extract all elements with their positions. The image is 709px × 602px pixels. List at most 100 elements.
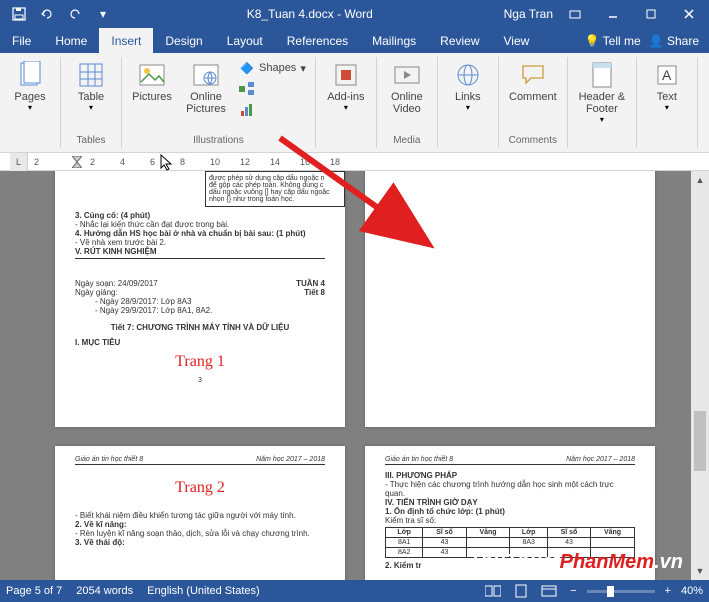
group-illustrations: Pictures Online Pictures 🔷Shapes ▾ Illus… — [122, 57, 316, 148]
maximize-icon[interactable] — [635, 0, 667, 28]
chevron-down-icon: ▾ — [28, 103, 32, 112]
word-count[interactable]: 2054 words — [76, 585, 133, 597]
group-comments: Comment Comments — [499, 57, 568, 148]
tab-layout[interactable]: Layout — [215, 28, 275, 53]
header-footer-button[interactable]: Header & Footer ▾ — [574, 59, 630, 126]
web-layout-icon[interactable] — [538, 582, 560, 600]
shapes-button[interactable]: 🔷Shapes ▾ — [236, 59, 309, 77]
comment-icon — [519, 61, 547, 89]
textbox-icon: A — [653, 61, 681, 89]
scrollbar-thumb[interactable] — [694, 411, 706, 471]
group-label-media: Media — [393, 135, 420, 146]
group-symbols: Ω Symbols ▾ — [698, 57, 709, 148]
title-bar: ▾ K8_Tuan 4.docx - Word Nga Tran — [0, 0, 709, 28]
group-label-illustrations: Illustrations — [193, 135, 244, 146]
scroll-down-icon[interactable]: ▼ — [691, 562, 709, 580]
link-icon — [454, 61, 482, 89]
share-button[interactable]: 👤 Share — [649, 34, 699, 48]
online-pictures-button[interactable]: Online Pictures — [180, 59, 232, 117]
group-links: Links ▾ — [438, 57, 499, 148]
online-video-button[interactable]: Online Video — [383, 59, 431, 117]
tab-references[interactable]: References — [275, 28, 360, 53]
zoom-in-icon[interactable]: + — [661, 585, 675, 597]
zoom-thumb[interactable] — [607, 586, 614, 597]
qat-customize-icon[interactable]: ▾ — [90, 1, 116, 27]
cursor-icon — [160, 154, 174, 172]
video-icon — [393, 61, 421, 89]
group-tables: Table ▾ Tables — [61, 57, 122, 148]
chevron-down-icon: ▾ — [466, 103, 470, 112]
document-page[interactable]: được phép sử dụng cặp dấu ngoặc n để gộp… — [55, 171, 345, 427]
chevron-down-icon: ▾ — [344, 103, 348, 112]
status-bar: Page 5 of 7 2054 words English (United S… — [0, 580, 709, 602]
save-icon[interactable] — [6, 1, 32, 27]
annotation-label: Trang 1 — [75, 353, 325, 371]
table-icon — [77, 61, 105, 89]
smartart-button[interactable] — [236, 80, 309, 98]
quick-access-toolbar: ▾ — [0, 1, 116, 27]
group-label-comments: Comments — [509, 135, 557, 146]
watermark: ThuThuatPhanMem.vn — [469, 551, 683, 574]
tab-view[interactable]: View — [492, 28, 542, 53]
tell-me[interactable]: 💡 Tell me — [585, 34, 641, 48]
zoom-slider[interactable] — [587, 590, 655, 593]
svg-text:A: A — [662, 67, 672, 83]
symbols-button[interactable]: Ω Symbols ▾ — [704, 59, 709, 114]
document-area: được phép sử dụng cặp dấu ngoặc n để gộp… — [0, 171, 709, 580]
zoom-level[interactable]: 40% — [681, 585, 703, 597]
tab-mailings[interactable]: Mailings — [360, 28, 428, 53]
group-label-tables: Tables — [77, 135, 106, 146]
read-mode-icon[interactable] — [482, 582, 504, 600]
text-button[interactable]: A Text ▾ — [643, 59, 691, 114]
tab-design[interactable]: Design — [153, 28, 214, 53]
scroll-up-icon[interactable]: ▲ — [691, 171, 709, 189]
annotation-label: Trang 2 — [75, 479, 325, 497]
addins-icon — [332, 61, 360, 89]
zoom-out-icon[interactable]: − — [566, 585, 580, 597]
table-button[interactable]: Table ▾ — [67, 59, 115, 114]
comment-button[interactable]: Comment — [505, 59, 561, 105]
document-scroll[interactable]: được phép sử dụng cặp dấu ngoặc n để gộp… — [0, 171, 691, 580]
print-layout-icon[interactable] — [510, 582, 532, 600]
tab-review[interactable]: Review — [428, 28, 491, 53]
group-media: Online Video Media — [377, 57, 438, 148]
group-addins: Add-ins ▾ — [316, 57, 377, 148]
redo-icon[interactable] — [62, 1, 88, 27]
user-name[interactable]: Nga Tran — [504, 7, 553, 21]
tab-home[interactable]: Home — [43, 28, 99, 53]
horizontal-ruler[interactable]: L 2 2 4 6 8 10 12 14 16 18 — [0, 153, 709, 171]
text-box[interactable]: được phép sử dụng cặp dấu ngoặc n để gộp… — [205, 171, 345, 207]
addins-button[interactable]: Add-ins ▾ — [322, 59, 370, 114]
close-icon[interactable] — [673, 0, 705, 28]
ribbon-display-icon[interactable] — [559, 0, 591, 28]
group-text: A Text ▾ — [637, 57, 698, 148]
pictures-icon — [138, 61, 166, 89]
document-page-blank[interactable] — [365, 171, 655, 427]
document-title: K8_Tuan 4.docx - Word — [116, 7, 504, 21]
ribbon: Pages ▾ Table ▾ Tables Pictures Online P… — [0, 53, 709, 153]
minimize-icon[interactable] — [597, 0, 629, 28]
smartart-icon — [239, 81, 255, 97]
language-indicator[interactable]: English (United States) — [147, 585, 260, 597]
indent-marker-icon[interactable] — [72, 156, 82, 168]
ruler-corner: L — [10, 153, 28, 171]
ribbon-tabs: File Home Insert Design Layout Reference… — [0, 28, 709, 53]
tab-insert[interactable]: Insert — [99, 28, 153, 53]
header-footer-icon — [588, 61, 616, 89]
group-header-footer: Header & Footer ▾ — [568, 57, 637, 148]
shapes-icon: 🔷 — [239, 60, 255, 76]
chevron-down-icon: ▾ — [665, 103, 669, 112]
chart-button[interactable] — [236, 101, 309, 119]
tab-file[interactable]: File — [0, 28, 43, 53]
document-page[interactable]: Giáo án tin học thiết 8 Năm học 2017 – 2… — [55, 446, 345, 580]
chevron-down-icon: ▾ — [600, 115, 604, 124]
pictures-button[interactable]: Pictures — [128, 59, 176, 105]
online-pictures-icon — [192, 61, 220, 89]
vertical-scrollbar[interactable]: ▲ ▼ — [691, 171, 709, 580]
pages-icon — [16, 61, 44, 89]
page-indicator[interactable]: Page 5 of 7 — [6, 585, 62, 597]
pages-button[interactable]: Pages ▾ — [6, 59, 54, 114]
chevron-down-icon: ▾ — [89, 103, 93, 112]
undo-icon[interactable] — [34, 1, 60, 27]
links-button[interactable]: Links ▾ — [444, 59, 492, 114]
